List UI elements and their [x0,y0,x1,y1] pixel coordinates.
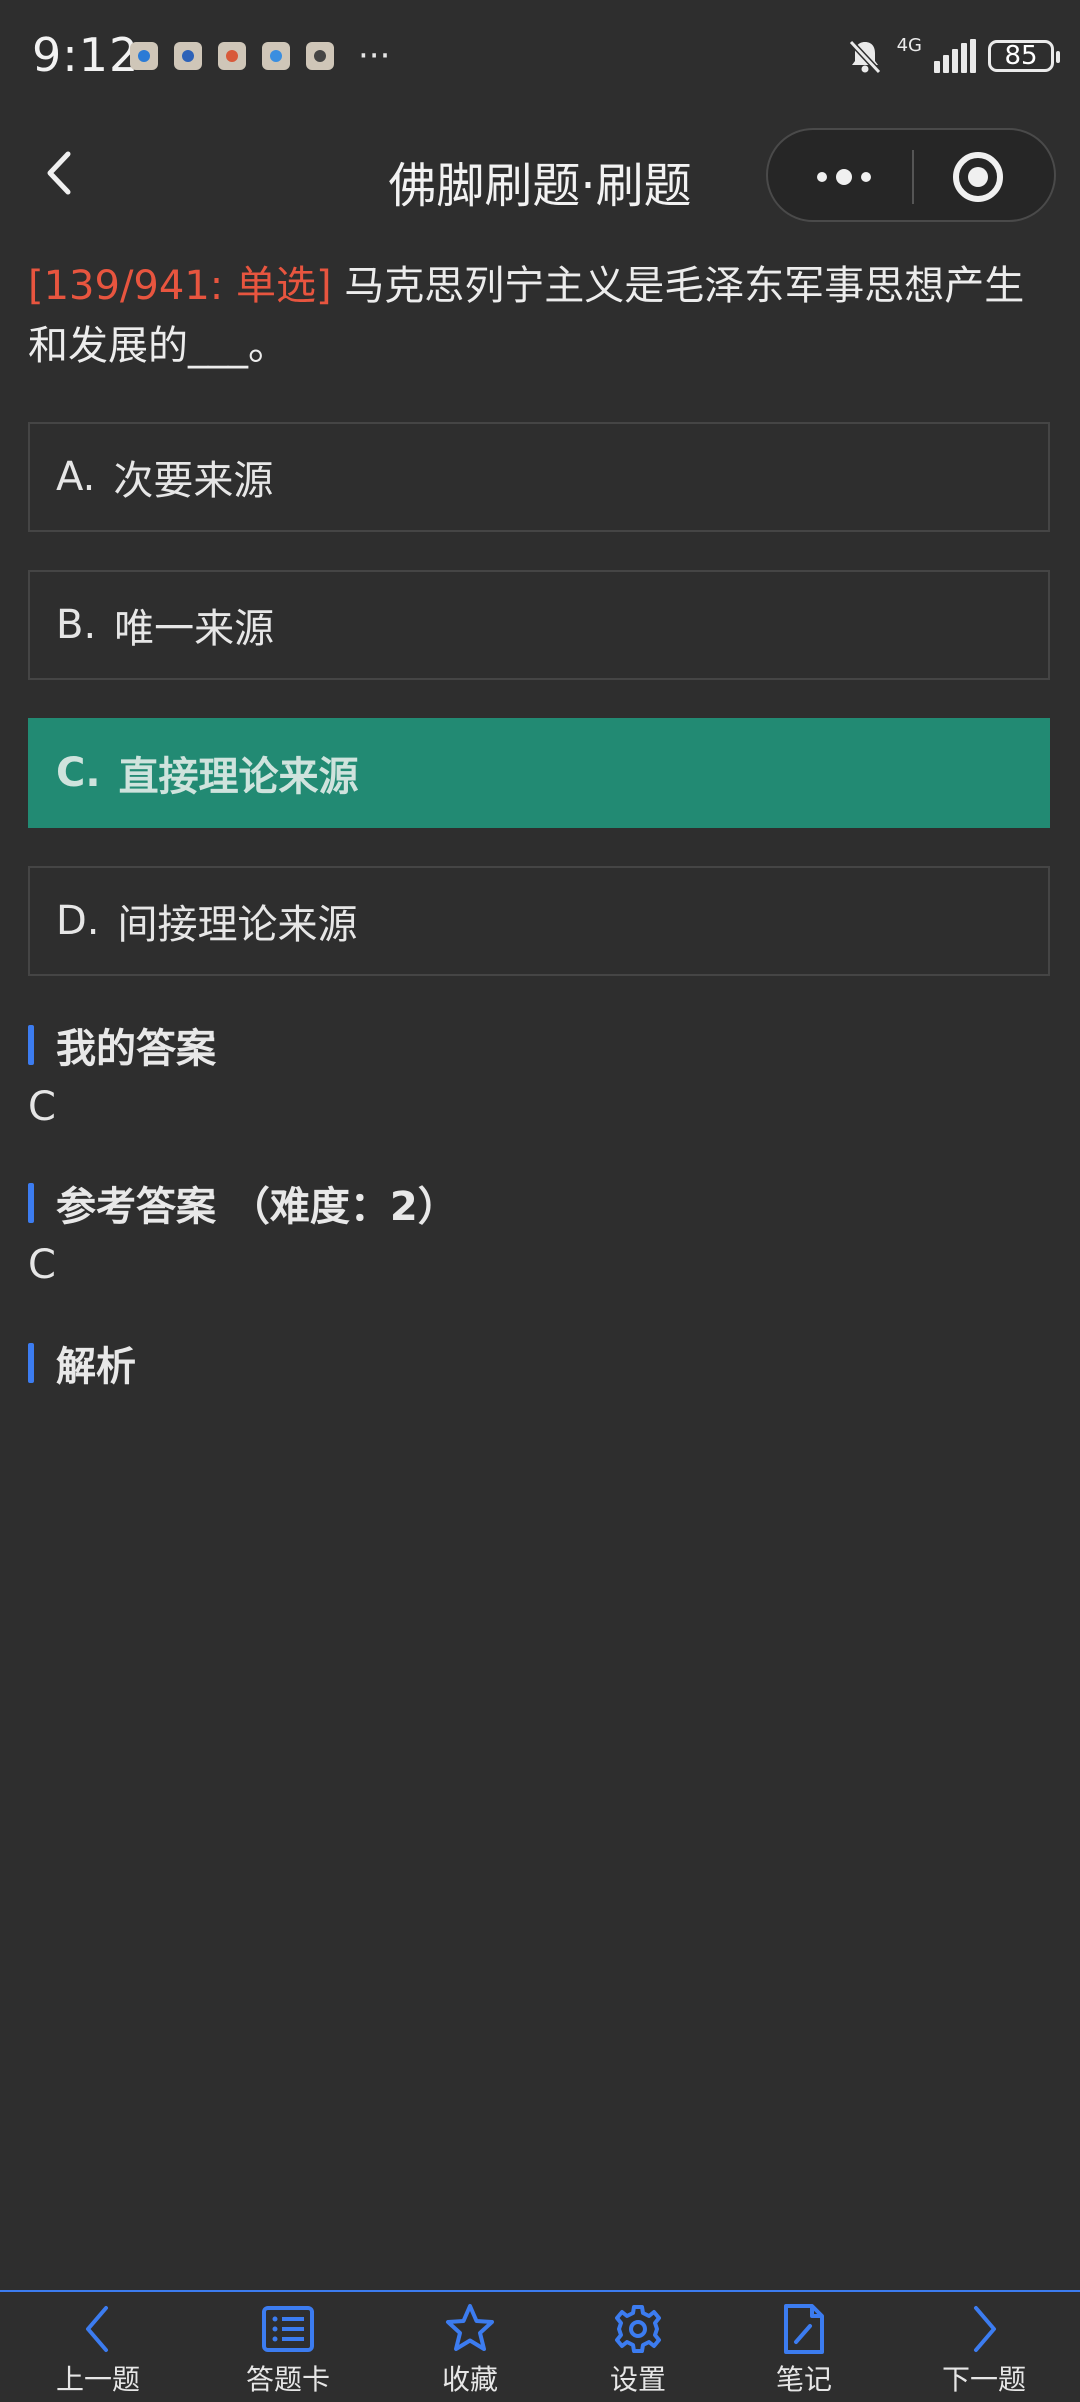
favorite-button[interactable]: 收藏 [390,2302,550,2402]
back-button[interactable] [36,148,86,198]
gear-icon [615,2305,661,2353]
option-letter: C. [56,750,101,796]
section-marker [28,1183,34,1223]
toolbar-label: 下一题 [941,2363,1026,2396]
app-notification-icon [130,42,158,70]
toolbar-label: 上一题 [55,2363,140,2396]
nav-bar: 佛脚刷题·刷题 [0,112,1080,240]
reference-answer-heading: 参考答案 （难度：2） [28,1178,458,1230]
app-notification-icon [306,42,334,70]
toolbar-label: 笔记 [775,2363,832,2396]
option-a[interactable]: A. 次要来源 [28,422,1050,532]
option-text: 直接理论来源 [118,754,359,800]
notification-icons: ··· [130,36,391,76]
option-letter: B. [56,602,97,648]
option-text: 间接理论来源 [117,902,358,948]
close-mini-program-button[interactable] [948,150,1008,204]
capsule-divider [912,150,914,204]
question-tag: [139/941: 单选] [28,263,332,309]
more-notifications-icon: ··· [358,36,391,76]
chevron-left-icon [86,2306,108,2352]
reference-answer-title: 参考答案 （难度：2） [56,1184,458,1230]
mute-bell-icon [848,39,881,75]
section-marker [28,1343,34,1383]
toolbar-label: 收藏 [441,2363,498,2396]
option-d[interactable]: D. 间接理论来源 [28,866,1050,976]
option-c[interactable]: C. 直接理论来源 [28,718,1050,828]
reference-answer-value: C [28,1242,56,1288]
toolbar-label: 答题卡 [245,2363,330,2396]
previous-question-button[interactable]: 上一题 [18,2302,178,2402]
app-notification-icon [218,42,246,70]
more-options-button[interactable] [804,150,884,204]
signal-icon [934,39,976,73]
battery-indicator: 85 [988,40,1060,72]
my-answer-value: C [28,1084,56,1130]
mini-program-capsule [766,128,1056,222]
my-answer-title: 我的答案 [56,1026,216,1072]
analysis-title: 解析 [56,1344,136,1390]
app-notification-icon [262,42,290,70]
settings-button[interactable]: 设置 [558,2302,718,2402]
network-type: 4G [896,35,922,56]
my-answer-heading: 我的答案 [28,1020,216,1072]
question-text: [139/941: 单选] 马克思列宁主义是毛泽东军事思想产生和发展的___。 [28,256,1058,376]
section-marker [28,1025,34,1065]
answer-card-button[interactable]: 答题卡 [208,2302,368,2402]
bottom-toolbar: 上一题 答题卡 收藏 设置 笔记 下一题 [0,2290,1080,2402]
option-letter: D. [56,898,100,944]
star-icon [446,2304,494,2351]
status-bar: 9:12 ··· 4G 85 [0,0,1080,112]
option-b[interactable]: B. 唯一来源 [28,570,1050,680]
app-notification-icon [174,42,202,70]
status-indicators: 4G 85 [845,35,1060,76]
chevron-right-icon [974,2306,996,2352]
option-letter: A. [56,454,96,500]
next-question-button[interactable]: 下一题 [904,2302,1064,2402]
note-edit-icon [784,2304,824,2354]
option-text: 次要来源 [113,458,274,504]
option-text: 唯一来源 [114,606,275,652]
notes-button[interactable]: 笔记 [724,2302,884,2402]
toolbar-label: 设置 [609,2363,666,2396]
analysis-heading: 解析 [28,1338,136,1390]
status-time: 9:12 [32,28,140,82]
list-card-icon [262,2306,314,2352]
